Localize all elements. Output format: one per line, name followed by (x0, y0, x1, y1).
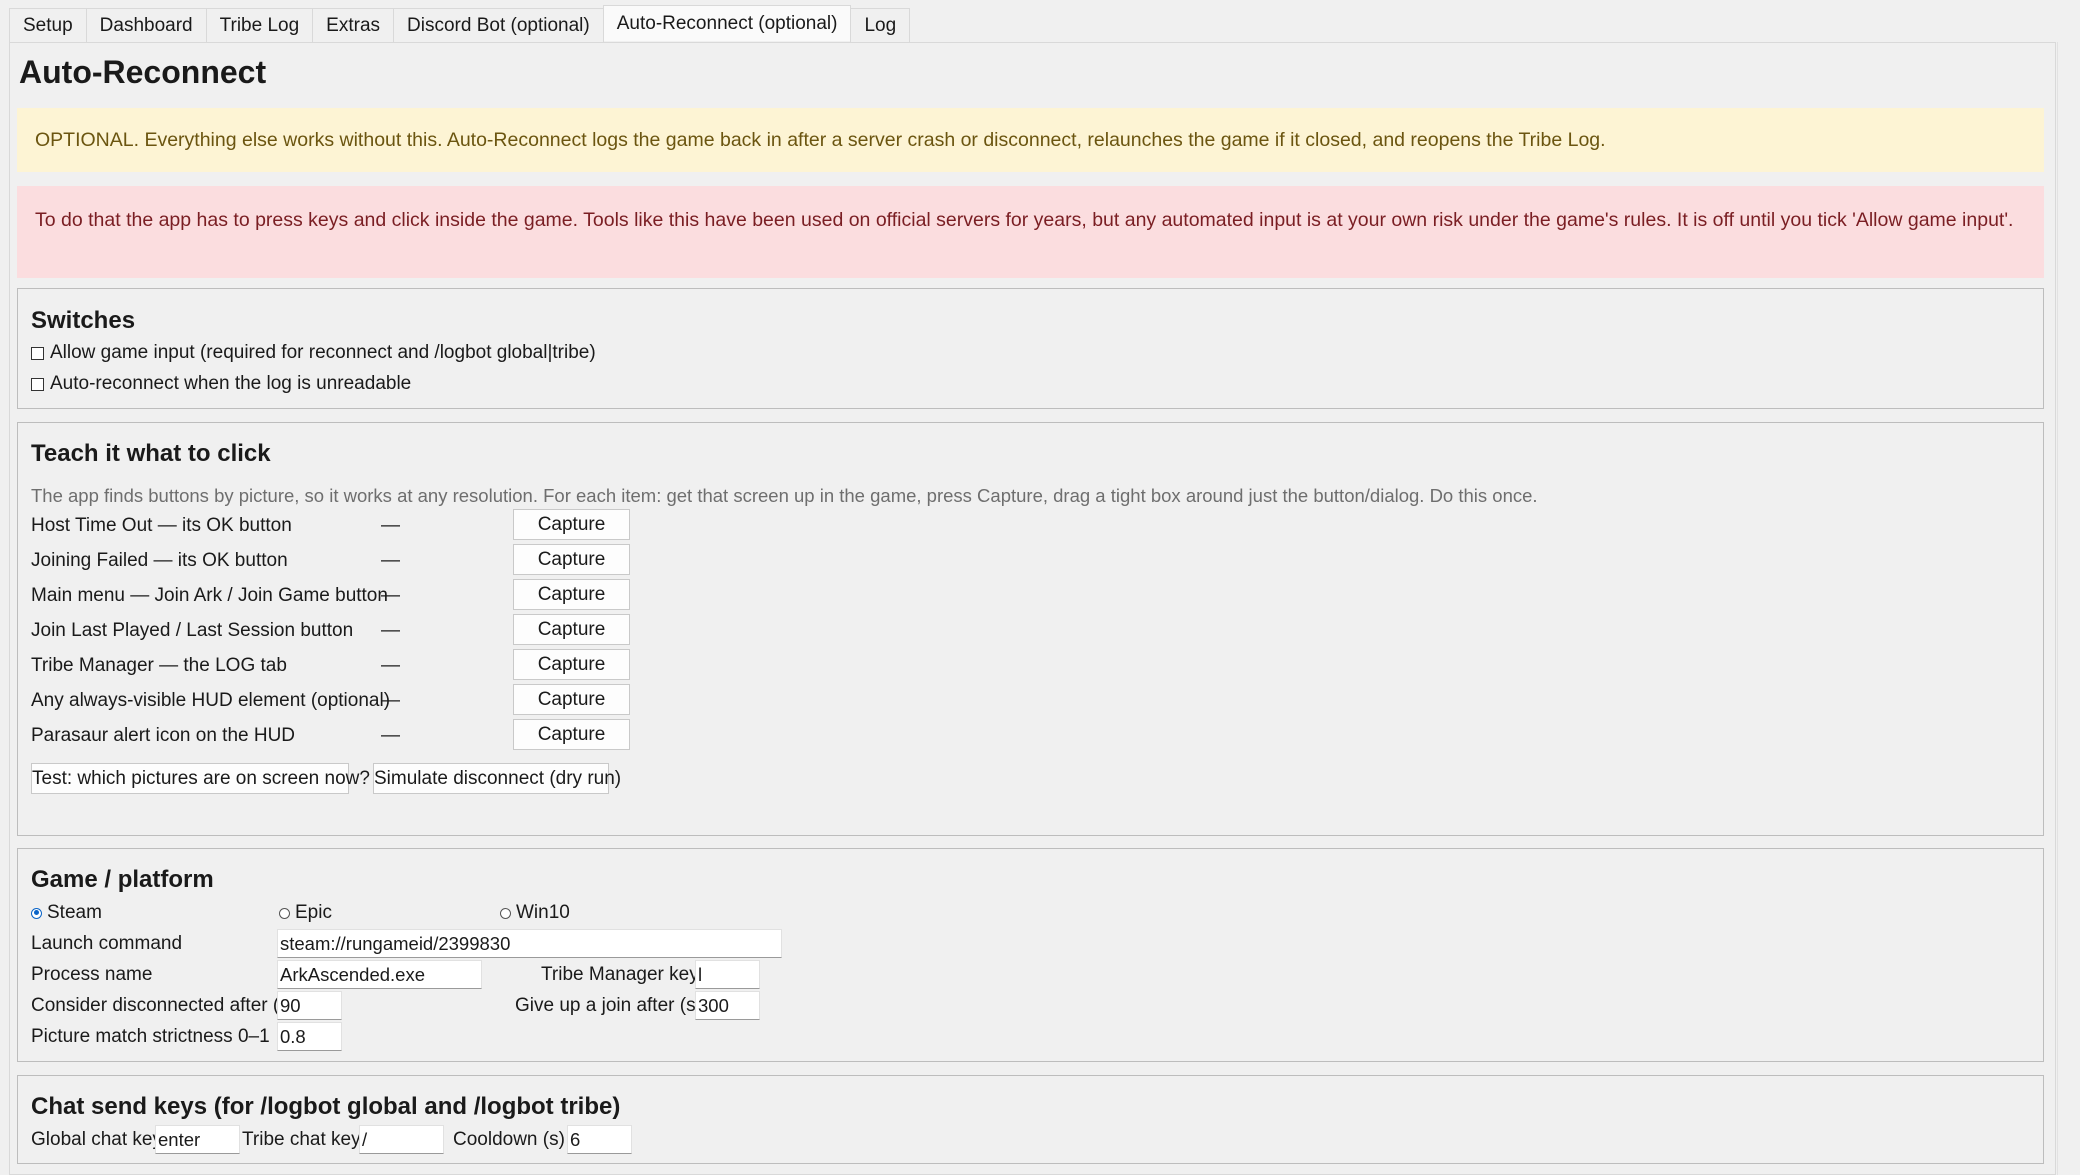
tribe-chat-key-input[interactable]: / (359, 1125, 444, 1154)
launch-command-input[interactable]: steam://rungameid/2399830 (277, 929, 782, 958)
platform-heading: Game / platform (31, 866, 214, 893)
capture-item-label: Join Last Played / Last Session button (31, 620, 354, 641)
tab-tribe-log[interactable]: Tribe Log (205, 8, 314, 42)
capture-item-status: — (381, 585, 400, 606)
optional-notice-banner: OPTIONAL. Everything else works without … (17, 108, 2044, 172)
radio-button[interactable] (279, 907, 290, 919)
simulate-disconnect-button[interactable]: Simulate disconnect (dry run) (373, 763, 621, 794)
capture-item-status: — (381, 550, 400, 571)
global-chat-key-input[interactable]: enter (155, 1125, 240, 1154)
give-up-label: Give up a join after (s) (515, 995, 702, 1016)
test-pictures-button[interactable]: Test: which pictures are on screen now? (31, 763, 370, 794)
capture-button-hud-element[interactable]: Capture (513, 684, 630, 715)
capture-item-status: — (381, 690, 400, 711)
tab-extras[interactable]: Extras (312, 8, 395, 42)
tab-log[interactable]: Log (850, 8, 911, 42)
radio-win10[interactable]: Win10 (500, 902, 570, 924)
capture-item-label: Tribe Manager — the LOG tab (31, 655, 287, 676)
cooldown-label: Cooldown (s) (453, 1129, 565, 1150)
capture-button-joining-failed[interactable]: Capture (513, 544, 630, 575)
capture-item-label: Main menu — Join Ark / Join Game button (31, 585, 388, 606)
capture-item-status: — (381, 725, 400, 746)
capture-button-main-menu[interactable]: Capture (513, 579, 630, 610)
radio-button[interactable] (500, 907, 511, 919)
strictness-input[interactable]: 0.8 (277, 1022, 342, 1051)
capture-button-parasaur-alert[interactable]: Capture (513, 719, 630, 750)
tribe-manager-key-label: Tribe Manager key (541, 964, 699, 985)
switches-heading: Switches (31, 307, 136, 334)
teach-group: Teach it what to click The app finds but… (17, 422, 2044, 836)
page-title: Auto-Reconnect (19, 54, 267, 90)
give-up-input[interactable]: 300 (695, 991, 760, 1020)
tab-dashboard[interactable]: Dashboard (85, 8, 207, 42)
radio-steam-label: Steam (47, 902, 102, 923)
capture-button-host-time-out[interactable]: Capture (513, 509, 630, 540)
switches-group: Switches Allow game input (required for … (17, 288, 2044, 409)
chat-keys-group: Chat send keys (for /logbot global and /… (17, 1075, 2044, 1164)
disconnected-after-input[interactable]: 90 (277, 991, 342, 1020)
capture-item-status: — (381, 515, 400, 536)
tab-discord-bot[interactable]: Discord Bot (optional) (393, 8, 604, 42)
radio-epic[interactable]: Epic (279, 902, 332, 924)
capture-item-label: Joining Failed — its OK button (31, 550, 288, 571)
launch-command-label: Launch command (31, 933, 183, 954)
auto-reconnect-checkbox[interactable]: Auto-reconnect when the log is unreadabl… (31, 373, 411, 395)
allow-game-input-checkbox[interactable]: Allow game input (required for reconnect… (31, 342, 596, 364)
process-name-label: Process name (31, 964, 153, 985)
tribe-chat-key-label: Tribe chat key (242, 1129, 361, 1150)
radio-epic-label: Epic (295, 902, 332, 923)
tab-auto-reconnect[interactable]: Auto-Reconnect (optional) (602, 5, 852, 41)
tab-bar: Setup Dashboard Tribe Log Extras Discord… (9, 5, 911, 43)
vertical-scrollbar[interactable] (2057, 42, 2080, 1175)
platform-group: Game / platform Steam Epic Win10 Launch … (17, 848, 2044, 1062)
capture-button-join-last-played[interactable]: Capture (513, 614, 630, 645)
capture-item-label: Host Time Out — its OK button (31, 515, 292, 536)
global-chat-key-label: Global chat key (31, 1129, 162, 1150)
chat-keys-heading: Chat send keys (for /logbot global and /… (31, 1093, 621, 1120)
teach-heading: Teach it what to click (31, 440, 271, 467)
auto-reconnect-label: Auto-reconnect when the log is unreadabl… (50, 373, 412, 394)
checkbox-box[interactable] (31, 346, 44, 360)
tribe-manager-key-input[interactable]: l (695, 960, 760, 989)
capture-item-label: Any always-visible HUD element (optional… (31, 690, 391, 711)
process-name-input[interactable]: ArkAscended.exe (277, 960, 482, 989)
radio-win10-label: Win10 (516, 902, 570, 923)
capture-item-label: Parasaur alert icon on the HUD (31, 725, 296, 746)
cooldown-input[interactable]: 6 (567, 1125, 632, 1154)
teach-hint: The app finds buttons by picture, so it … (31, 485, 1538, 506)
radio-steam[interactable]: Steam (31, 902, 102, 924)
capture-button-tribe-manager[interactable]: Capture (513, 649, 630, 680)
checkbox-box[interactable] (31, 377, 44, 391)
tab-setup[interactable]: Setup (9, 8, 87, 42)
strictness-label: Picture match strictness 0–1 (31, 1026, 270, 1047)
allow-game-input-label: Allow game input (required for reconnect… (50, 342, 596, 363)
risk-warning-banner: To do that the app has to press keys and… (17, 186, 2044, 278)
capture-item-status: — (381, 620, 400, 641)
radio-button[interactable] (31, 907, 42, 919)
capture-item-status: — (381, 655, 400, 676)
disconnected-after-label: Consider disconnected after (s) (31, 995, 296, 1016)
